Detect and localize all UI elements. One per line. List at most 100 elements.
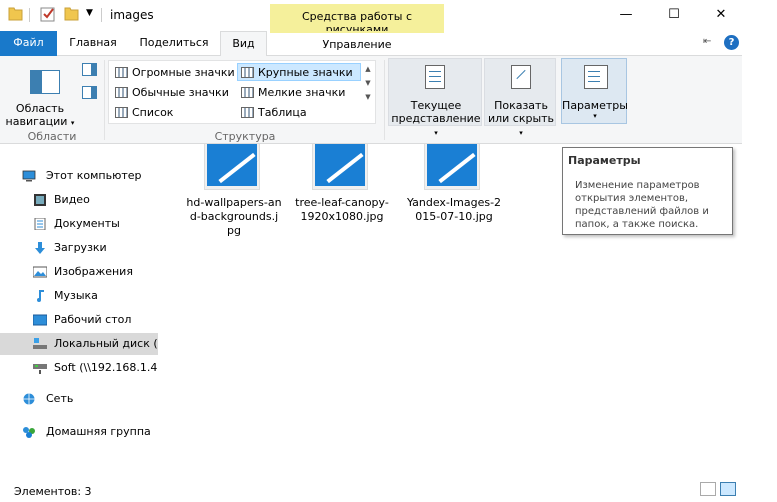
nav-item-this-pc[interactable]: Этот компьютер xyxy=(0,165,158,187)
gallery-more-icon[interactable]: ▼ xyxy=(362,90,374,104)
medium-icons-icon xyxy=(115,87,128,98)
file-item[interactable]: tree-leaf-canopy- 1920x1080.jpg xyxy=(290,144,394,244)
current-view-label-row: представление ▾ xyxy=(389,112,483,138)
layout-item-label: Таблица xyxy=(258,106,307,119)
show-hide-label-1: Показать xyxy=(494,99,548,112)
file-name-line: pg xyxy=(227,224,241,237)
computer-icon xyxy=(22,170,36,182)
layout-small-icons[interactable]: Мелкие значки xyxy=(238,84,362,102)
file-item[interactable]: hd-wallpapers-an d-backgrounds.j pg xyxy=(182,144,286,244)
scroll-down-icon[interactable]: ▼ xyxy=(362,76,374,90)
nav-item-label: Загрузки xyxy=(54,241,107,254)
file-item[interactable]: Yandex-Images-2 015-07-10.jpg xyxy=(402,144,506,244)
maximize-button[interactable]: ☐ xyxy=(651,4,697,26)
nav-item-desktop[interactable]: Рабочий стол xyxy=(0,309,158,331)
current-view-caret-icon: ▾ xyxy=(434,129,438,137)
options-caret-icon: ▾ xyxy=(593,112,597,120)
video-icon xyxy=(34,194,46,206)
navigation-pane-label-row: навигации ▾ xyxy=(4,115,76,130)
show-hide-label-row: или скрыть ▾ xyxy=(485,112,557,138)
options-button[interactable]: Параметры ▾ xyxy=(561,58,628,124)
options-icon xyxy=(584,65,608,89)
desktop-icon xyxy=(33,314,47,326)
nav-item-label: Сеть xyxy=(46,392,74,405)
help-icon[interactable]: ? xyxy=(724,35,739,50)
local-disk-icon xyxy=(33,338,47,349)
file-name-line: d-backgrounds.j xyxy=(189,210,279,223)
layout-details[interactable]: Таблица xyxy=(238,104,362,122)
details-icon xyxy=(241,107,254,118)
expand-ribbon-icon[interactable]: ⇤ xyxy=(703,36,711,47)
ribbon-separator xyxy=(384,60,385,140)
nav-item-pictures[interactable]: Изображения xyxy=(0,261,158,283)
nav-item-video[interactable]: Видео xyxy=(0,189,158,211)
vertical-scrollbar[interactable] xyxy=(742,0,777,502)
layout-item-label: Обычные значки xyxy=(132,86,229,99)
current-view-button[interactable]: Текущее представление ▾ xyxy=(388,58,482,137)
nav-item-label: Изображения xyxy=(54,265,133,278)
scroll-up-icon[interactable]: ▲ xyxy=(362,62,374,76)
large-icons-icon xyxy=(241,67,254,78)
preview-pane-icon[interactable] xyxy=(82,63,97,76)
show-hide-button[interactable]: Показать или скрыть ▾ xyxy=(484,58,556,137)
layout-gallery-scroll[interactable]: ▲ ▼ ▼ xyxy=(362,62,374,122)
nav-item-local-disk[interactable]: Локальный диск (C xyxy=(0,333,158,355)
title-bar: ▼ images Средства работы с рисунками — ☐… xyxy=(0,0,777,36)
nav-item-label: Документы xyxy=(54,217,120,230)
file-name-line: tree-leaf-canopy- xyxy=(295,196,389,209)
layout-medium-icons[interactable]: Обычные значки xyxy=(112,84,236,102)
details-view-icon[interactable] xyxy=(700,482,716,496)
file-name: tree-leaf-canopy- 1920x1080.jpg xyxy=(290,196,394,224)
tab-share[interactable]: Поделиться xyxy=(128,31,220,56)
nav-item-soft-network-drive[interactable]: Soft (\\192.168.1.4) xyxy=(0,357,158,379)
tab-home[interactable]: Главная xyxy=(58,31,128,56)
nav-item-music[interactable]: Музыка xyxy=(0,285,158,307)
list-icon xyxy=(115,107,128,118)
navigation-pane-icon xyxy=(30,70,60,94)
show-hide-icon xyxy=(511,65,531,89)
quick-access-separator xyxy=(29,8,30,22)
navigation-pane-button[interactable]: Область навигации ▾ xyxy=(4,60,76,128)
title-separator xyxy=(101,8,102,22)
quick-access-dropdown-icon[interactable]: ▼ xyxy=(86,8,93,18)
ribbon-tabs: Файл Главная Поделиться Вид Управление xyxy=(0,31,777,57)
tab-manage[interactable]: Управление xyxy=(270,31,444,56)
layout-extra-large-icons[interactable]: Огромные значки xyxy=(112,64,236,82)
new-folder-icon[interactable] xyxy=(64,6,79,21)
properties-check-icon[interactable] xyxy=(40,6,56,22)
tab-file[interactable]: Файл xyxy=(0,31,57,56)
current-view-label-2: представление xyxy=(391,112,481,125)
layout-item-label: Крупные значки xyxy=(258,66,353,79)
extra-large-icons-icon xyxy=(115,67,128,78)
nav-item-label: Музыка xyxy=(54,289,98,302)
pictures-icon xyxy=(33,266,47,278)
picture-tools-context-band: Средства работы с рисунками xyxy=(270,4,444,36)
large-icons-view-icon[interactable] xyxy=(720,482,736,496)
details-pane-icon[interactable] xyxy=(82,86,97,99)
nav-item-label: Локальный диск (C xyxy=(54,337,158,350)
tooltip-text: Изменение параметров открытия элементов,… xyxy=(575,180,709,230)
layout-large-icons[interactable]: Крупные значки xyxy=(237,63,361,81)
current-view-icon xyxy=(425,65,445,89)
layout-list[interactable]: Список xyxy=(112,104,236,122)
folder-icon xyxy=(8,7,23,21)
image-thumbnail xyxy=(312,144,368,190)
navigation-pane-label-2: навигации xyxy=(5,115,68,128)
navigation-pane-caret-icon: ▾ xyxy=(70,119,75,127)
layout-gallery: Огромные значки Крупные значки Обычные з… xyxy=(108,60,376,124)
navigation-pane: Этот компьютер Видео Документы Загрузки … xyxy=(0,144,158,478)
file-name-line: hd-wallpapers-an xyxy=(186,196,282,209)
file-name: hd-wallpapers-an d-backgrounds.j pg xyxy=(182,196,286,238)
close-button[interactable]: ✕ xyxy=(698,4,744,26)
tab-view[interactable]: Вид xyxy=(220,31,267,57)
nav-item-downloads[interactable]: Загрузки xyxy=(0,237,158,259)
layout-item-label: Список xyxy=(132,106,174,119)
downloads-icon xyxy=(35,242,45,254)
nav-item-homegroup[interactable]: Домашняя группа xyxy=(0,421,158,443)
file-name-line: Yandex-Images-2 xyxy=(406,196,502,209)
nav-item-network[interactable]: Сеть xyxy=(0,388,158,410)
minimize-button[interactable]: — xyxy=(603,4,649,26)
ribbon-separator xyxy=(104,60,105,140)
homegroup-icon xyxy=(23,427,35,438)
nav-item-documents[interactable]: Документы xyxy=(0,213,158,235)
